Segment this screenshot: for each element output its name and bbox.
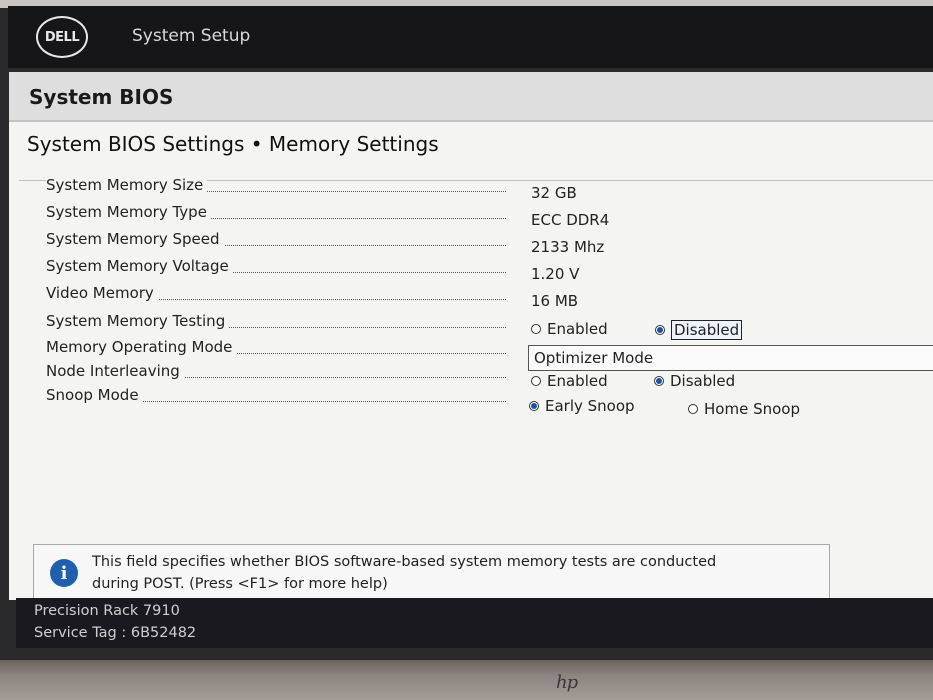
setting-row-memory-testing: System Memory Testing Enabled Disabled: [9, 312, 933, 340]
radio-memory-testing-enabled[interactable]: Enabled: [531, 320, 608, 338]
radio-label: Enabled: [547, 320, 608, 338]
page-title: System BIOS Settings • Memory Settings: [27, 132, 439, 156]
setting-value: 16 MB: [531, 292, 579, 310]
setting-value: 32 GB: [531, 184, 577, 202]
radio-button-selected-icon: [654, 376, 664, 386]
setting-label: System Memory Voltage: [46, 257, 233, 275]
radio-label: Home Snoop: [704, 400, 800, 418]
radio-button-icon: [531, 376, 541, 386]
main-panel: System BIOS System BIOS Settings • Memor…: [9, 72, 933, 602]
setting-label: System Memory Speed: [46, 230, 224, 248]
setting-label: System Memory Type: [46, 203, 211, 221]
setting-row-operating-mode: Memory Operating Mode Optimizer Mode: [9, 338, 933, 371]
setting-label: Memory Operating Mode: [46, 338, 237, 356]
panel-title-bar: System BIOS: [9, 72, 933, 122]
setting-row-memory-type: System Memory Type ECC DDR4: [9, 203, 933, 229]
help-text: This field specifies whether BIOS softwa…: [92, 551, 812, 595]
radio-snoop-mode-home[interactable]: Home Snoop: [688, 400, 800, 418]
header-bar: DELL System Setup: [8, 6, 933, 68]
system-model: Precision Rack 7910: [34, 603, 180, 619]
setting-row-memory-speed: System Memory Speed 2133 Mhz: [9, 230, 933, 256]
app-title: System Setup: [132, 26, 251, 46]
service-tag: Service Tag : 6B52482: [34, 625, 197, 641]
help-box: i This field specifies whether BIOS soft…: [33, 544, 830, 602]
setting-label: Video Memory: [46, 284, 158, 302]
help-text-line: This field specifies whether BIOS softwa…: [92, 554, 717, 570]
setting-row-node-interleaving: Node Interleaving Enabled Disabled: [9, 362, 933, 390]
setting-label: Node Interleaving: [46, 362, 184, 380]
setting-row-snoop-mode: Snoop Mode Early Snoop Home Snoop: [9, 386, 933, 418]
radio-button-selected-icon: [655, 325, 665, 335]
setting-label: System Memory Testing: [46, 312, 230, 330]
setting-label: System Memory Size: [46, 176, 208, 194]
monitor-bezel-bottom: [0, 660, 933, 700]
radio-label: Early Snoop: [545, 397, 635, 415]
panel-title: System BIOS: [29, 85, 174, 109]
radio-label: Disabled: [671, 320, 743, 340]
info-icon: i: [50, 559, 78, 587]
footer-bar: Precision Rack 7910 Service Tag : 6B5248…: [16, 598, 933, 648]
radio-button-icon: [688, 404, 698, 414]
setting-value: 1.20 V: [531, 265, 580, 283]
radio-memory-testing-disabled[interactable]: Disabled: [655, 320, 743, 340]
help-text-line: during POST. (Press <F1> for more help): [92, 576, 388, 592]
setting-row-video-memory: Video Memory 16 MB: [9, 284, 933, 310]
radio-button-icon: [531, 324, 541, 334]
setting-value: 2133 Mhz: [531, 238, 605, 256]
setting-label: Snoop Mode: [46, 386, 143, 404]
setting-row-memory-voltage: System Memory Voltage 1.20 V: [9, 257, 933, 283]
radio-snoop-mode-early[interactable]: Early Snoop: [529, 397, 635, 415]
hp-logo: hp: [556, 672, 578, 693]
setting-row-memory-size: System Memory Size 32 GB: [9, 176, 933, 202]
dell-logo: DELL: [36, 16, 88, 58]
setting-value: ECC DDR4: [531, 211, 610, 229]
radio-button-selected-icon: [529, 401, 539, 411]
